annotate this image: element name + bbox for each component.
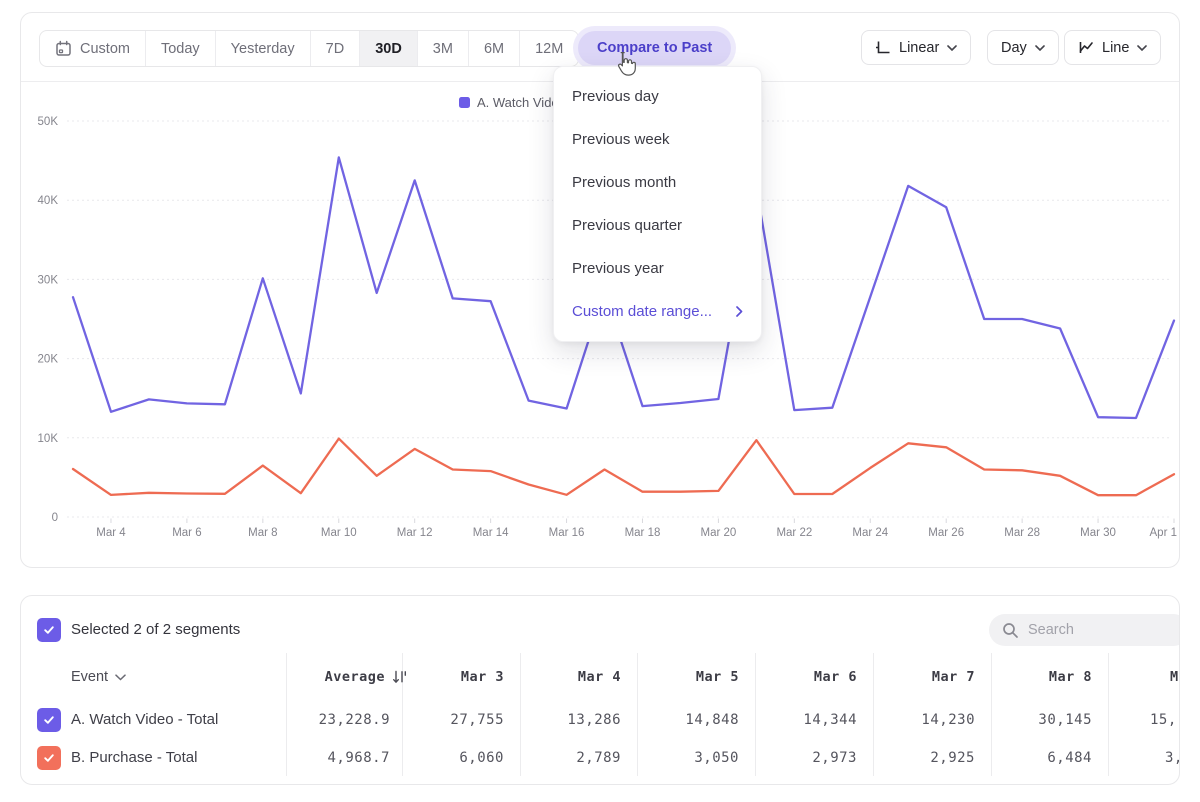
search-icon (1002, 622, 1019, 639)
cell-value: 30,145 (1038, 712, 1092, 728)
legend-item[interactable]: A. Watch Video (459, 95, 566, 110)
row-checkbox[interactable] (37, 746, 61, 770)
svg-text:Mar 20: Mar 20 (701, 527, 737, 539)
menu-item-previous-week[interactable]: Previous week (554, 118, 761, 161)
chevron-right-icon (736, 306, 743, 317)
menu-item-custom-date-range[interactable]: Custom date range... (554, 290, 761, 333)
cell-value: 2,973 (812, 750, 857, 766)
event-header-label: Event (71, 669, 108, 685)
date-column-header[interactable]: Mar 7 (932, 669, 975, 685)
svg-text:Mar 14: Mar 14 (473, 527, 509, 539)
svg-text:Mar 12: Mar 12 (397, 527, 433, 539)
compare-to-past-menu: Previous dayPrevious weekPrevious monthP… (553, 66, 762, 342)
svg-text:Mar 26: Mar 26 (928, 527, 964, 539)
custom-date-range-label: Custom date range... (572, 303, 712, 320)
svg-text:Mar 16: Mar 16 (549, 527, 585, 539)
svg-text:50K: 50K (38, 116, 59, 128)
event-column-header[interactable]: Event (71, 669, 126, 685)
row-checkbox[interactable] (37, 708, 61, 732)
average-column-header[interactable]: Average (325, 669, 408, 685)
svg-text:Mar 18: Mar 18 (625, 527, 661, 539)
date-column-header[interactable]: Mar 8 (1049, 669, 1092, 685)
column-divider (1108, 653, 1109, 776)
cell-value-clipped: 15, (1150, 712, 1177, 728)
date-column-header[interactable]: Mar 6 (814, 669, 857, 685)
date-column-header[interactable]: Mar 4 (578, 669, 621, 685)
chevron-down-icon (115, 674, 126, 681)
svg-text:Mar 30: Mar 30 (1080, 527, 1116, 539)
column-divider (755, 653, 756, 776)
menu-item-previous-month[interactable]: Previous month (554, 161, 761, 204)
column-divider (873, 653, 874, 776)
check-icon (42, 751, 56, 765)
svg-text:Mar 4: Mar 4 (96, 527, 126, 539)
average-header-label: Average (325, 669, 385, 685)
svg-text:Mar 10: Mar 10 (321, 527, 357, 539)
date-column-header[interactable]: Mar 5 (696, 669, 739, 685)
row-label[interactable]: A. Watch Video - Total (71, 711, 218, 728)
column-divider (637, 653, 638, 776)
svg-text:0: 0 (52, 512, 58, 524)
chart-legend: A. Watch Video (459, 95, 566, 110)
cell-value: 14,344 (803, 712, 857, 728)
cell-value-clipped: 3, (1165, 750, 1180, 766)
search-input[interactable] (1028, 622, 1168, 638)
svg-text:Mar 24: Mar 24 (852, 527, 888, 539)
average-value: 23,228.9 (319, 712, 390, 728)
menu-item-previous-day[interactable]: Previous day (554, 75, 761, 118)
cell-value: 3,050 (694, 750, 739, 766)
legend-swatch (459, 97, 470, 108)
column-divider (286, 653, 287, 776)
cell-value: 6,484 (1047, 750, 1092, 766)
check-icon (42, 713, 56, 727)
date-column-header[interactable]: Mar 3 (461, 669, 504, 685)
average-value: 4,968.7 (327, 750, 390, 766)
check-icon (42, 623, 56, 637)
svg-text:Mar 22: Mar 22 (776, 527, 812, 539)
compare-to-past-button[interactable]: Compare to Past (578, 31, 731, 65)
svg-text:Mar 28: Mar 28 (1004, 527, 1040, 539)
svg-text:Mar 8: Mar 8 (248, 527, 277, 539)
svg-text:10K: 10K (38, 433, 59, 445)
row-label[interactable]: B. Purchase - Total (71, 749, 197, 766)
svg-text:20K: 20K (38, 354, 59, 366)
cell-value: 27,755 (450, 712, 504, 728)
svg-text:40K: 40K (38, 195, 59, 207)
svg-text:Apr 1: Apr 1 (1150, 527, 1178, 539)
compare-to-past-label: Compare to Past (597, 40, 712, 56)
select-all-checkbox[interactable] (37, 618, 61, 642)
segments-table-panel: Selected 2 of 2 segments Event Average Mar… (20, 595, 1180, 785)
sort-descending-icon (392, 670, 408, 684)
segments-selected-label: Selected 2 of 2 segments (71, 621, 240, 638)
menu-item-previous-quarter[interactable]: Previous quarter (554, 204, 761, 247)
cell-value: 2,925 (930, 750, 975, 766)
column-divider (520, 653, 521, 776)
menu-item-previous-year[interactable]: Previous year (554, 247, 761, 290)
svg-text:30K: 30K (38, 274, 59, 286)
column-divider (991, 653, 992, 776)
svg-text:Mar 6: Mar 6 (172, 527, 201, 539)
cell-value: 6,060 (459, 750, 504, 766)
search-box[interactable] (989, 614, 1180, 646)
cell-value: 14,848 (685, 712, 739, 728)
cell-value: 13,286 (567, 712, 621, 728)
cell-value: 14,230 (921, 712, 975, 728)
cell-value: 2,789 (576, 750, 621, 766)
date-column-header-clipped[interactable]: M (1170, 669, 1179, 685)
